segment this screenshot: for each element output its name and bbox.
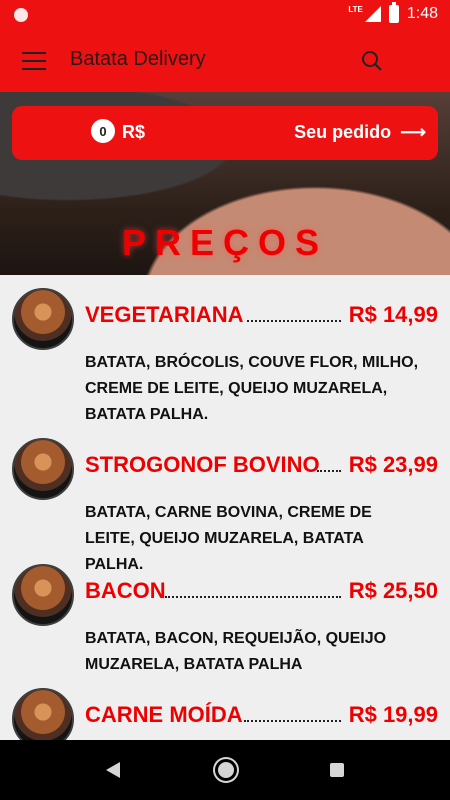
- menu-item-price: R$ 14,99: [348, 302, 438, 327]
- dotted-leader: [317, 470, 341, 472]
- menu-item-name: STROGONOF BOVINO: [85, 452, 320, 477]
- menu-item-name: VEGETARIANA: [85, 302, 244, 327]
- status-indicators: LTE 1:48: [348, 2, 438, 23]
- battery-icon: [388, 2, 399, 23]
- order-count-badge: 0: [91, 119, 115, 143]
- menu-icon[interactable]: [22, 52, 46, 70]
- status-time: 1:48: [406, 5, 438, 22]
- menu-item-price: R$ 25,50: [348, 578, 438, 603]
- recent-apps-icon[interactable]: [330, 763, 344, 777]
- status-bar: LTE 1:48: [0, 0, 450, 30]
- view-order-button[interactable]: Seu pedido ⟶: [294, 122, 426, 143]
- menu-item-image: [12, 564, 74, 626]
- menu-item-description: BATATA, BRÓCOLIS, COUVE FLOR, MILHO, CRE…: [85, 354, 419, 423]
- menu-item-image: [12, 438, 74, 500]
- app-bar: Batata Delivery: [0, 30, 450, 92]
- arrow-right-icon: ⟶: [400, 122, 426, 142]
- system-navigation-bar: [0, 740, 450, 800]
- menu-item-description: BATATA, CARNE BOVINA, CREME DE LEITE, QU…: [85, 504, 372, 573]
- back-icon[interactable]: [106, 762, 120, 778]
- menu-item-description: BATATA, BACON, REQUEIJÃO, QUEIJO MUZAREL…: [85, 630, 387, 673]
- menu-item-price: R$ 19,99: [348, 702, 438, 727]
- dotted-leader: [165, 596, 341, 598]
- dotted-leader: [247, 320, 341, 322]
- network-type: LTE: [348, 5, 363, 14]
- signal-icon: [364, 6, 381, 22]
- menu-item-image: [12, 688, 74, 740]
- menu-item-name: BACON: [85, 578, 166, 603]
- menu-list[interactable]: VEGETARIANA R$ 14,99 BATATA, BRÓCOLIS, C…: [0, 275, 450, 740]
- menu-item-price: R$ 23,99: [348, 452, 438, 477]
- menu-item-name: CARNE MOÍDA: [85, 702, 243, 727]
- app-title: Batata Delivery: [70, 48, 206, 70]
- menu-item-image: [12, 288, 74, 350]
- order-summary-bar[interactable]: 0 R$ Seu pedido ⟶: [12, 106, 438, 160]
- prices-heading: PREÇOS: [121, 222, 329, 263]
- dotted-leader: [244, 720, 341, 722]
- search-icon[interactable]: [360, 49, 384, 73]
- home-icon[interactable]: [215, 759, 237, 781]
- order-total-currency: R$: [122, 122, 146, 142]
- view-order-label: Seu pedido: [294, 122, 392, 142]
- notification-icon: [14, 8, 28, 22]
